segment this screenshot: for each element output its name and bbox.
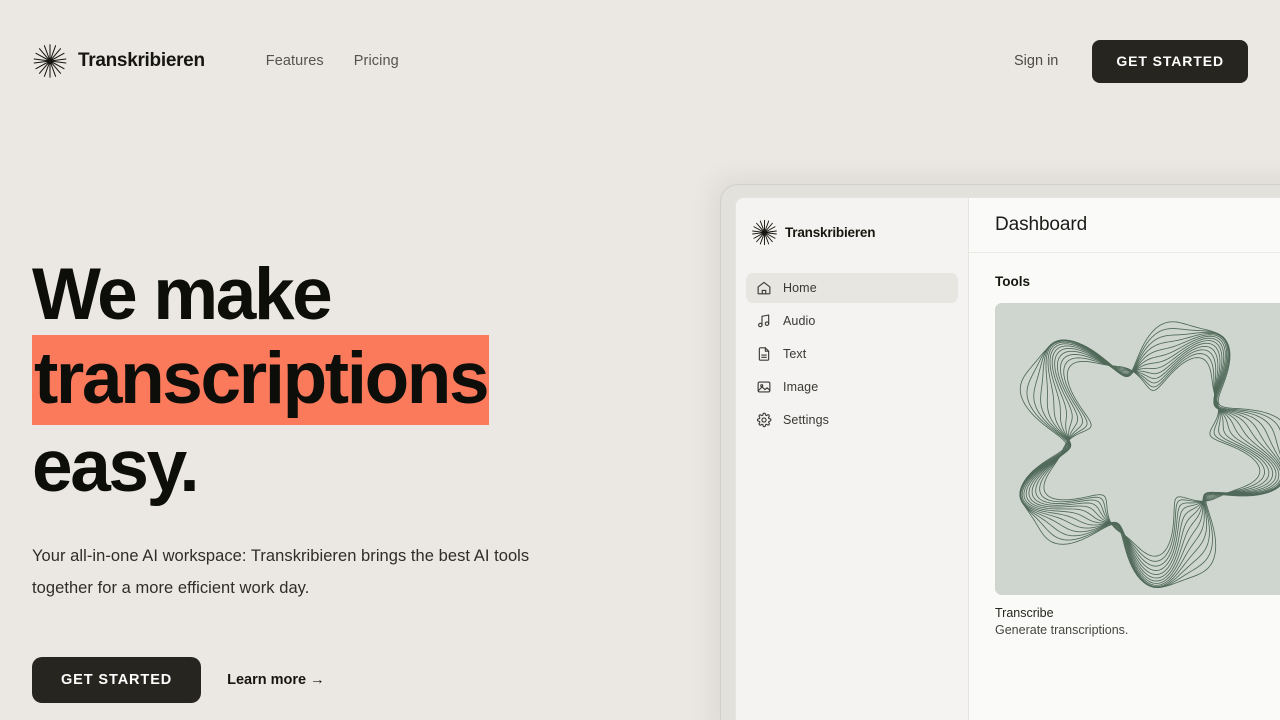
sidebar-brand-name: Transkribieren bbox=[785, 225, 876, 240]
starburst-icon bbox=[33, 44, 67, 78]
nav-links: Features Pricing bbox=[266, 53, 399, 69]
sidebar-item-label: Audio bbox=[783, 314, 816, 328]
sidebar-nav: Home Audio Text Image Settings bbox=[746, 273, 958, 435]
sidebar-item-label: Settings bbox=[783, 413, 829, 427]
home-icon bbox=[757, 281, 771, 295]
image-icon bbox=[757, 381, 771, 393]
dashboard-sidebar: Transkribieren Home Audio Text Image Set… bbox=[736, 198, 969, 720]
gear-icon bbox=[756, 412, 772, 428]
sign-in-link[interactable]: Sign in bbox=[1014, 53, 1058, 69]
document-icon bbox=[758, 347, 770, 361]
tool-card-description: Generate transcriptions. bbox=[995, 623, 1129, 637]
learn-more-link[interactable]: Learn more → bbox=[227, 672, 325, 688]
dashboard-title: Dashboard bbox=[995, 214, 1088, 235]
nav-link-pricing[interactable]: Pricing bbox=[354, 53, 399, 69]
sidebar-item-label: Image bbox=[783, 380, 819, 394]
sidebar-item-audio[interactable]: Audio bbox=[746, 306, 958, 336]
headline-line-3: easy. bbox=[32, 426, 200, 507]
hero-section: We make transcriptions easy. Your all-in… bbox=[32, 258, 692, 703]
page-title: We make transcriptions easy. bbox=[32, 258, 692, 504]
music-note-icon bbox=[758, 314, 770, 328]
landing-page: Transkribieren Features Pricing Sign in … bbox=[0, 0, 1280, 720]
sidebar-item-image[interactable]: Image bbox=[746, 372, 958, 402]
dashboard-mockup-frame: Transkribieren Home Audio Text Image Set… bbox=[720, 184, 1280, 720]
hero-subtitle: Your all-in-one AI workspace: Transkribi… bbox=[32, 547, 530, 597]
brand-name: Transkribieren bbox=[78, 50, 205, 71]
sidebar-item-label: Text bbox=[783, 347, 807, 361]
nav-actions: Sign in GET STARTED bbox=[1014, 39, 1248, 83]
tools-section-title: Tools bbox=[995, 274, 1030, 289]
sidebar-brand[interactable]: Transkribieren bbox=[746, 208, 958, 246]
headline-highlight: transcriptions bbox=[32, 335, 490, 425]
sidebar-item-settings[interactable]: Settings bbox=[746, 405, 958, 435]
hero-cta-row: GET STARTED Learn more → bbox=[32, 657, 692, 703]
sidebar-item-home[interactable]: Home bbox=[746, 273, 958, 303]
tool-card-transcribe[interactable]: Transcribe Generate transcriptions. bbox=[995, 303, 1280, 637]
tool-card-name: Transcribe bbox=[995, 606, 1054, 620]
headline-line-1: We make bbox=[32, 254, 333, 335]
generative-art-thumbnail bbox=[995, 303, 1280, 595]
hero-get-started-button[interactable]: GET STARTED bbox=[32, 657, 202, 703]
sidebar-item-text[interactable]: Text bbox=[746, 339, 958, 369]
nav-get-started-button[interactable]: GET STARTED bbox=[1092, 39, 1248, 83]
dashboard-app: Transkribieren Home Audio Text Image Set… bbox=[735, 197, 1280, 720]
dashboard-header: Dashboard bbox=[969, 198, 1280, 253]
nav-link-features[interactable]: Features bbox=[266, 53, 324, 69]
sidebar-item-label: Home bbox=[783, 281, 817, 295]
brand-logo[interactable]: Transkribieren bbox=[32, 43, 205, 79]
dashboard-body: Tools Transcribe Generate transcriptions… bbox=[969, 253, 1280, 637]
starburst-icon bbox=[752, 219, 777, 246]
top-navbar: Transkribieren Features Pricing Sign in … bbox=[0, 0, 1280, 122]
dashboard-content: Dashboard Tools Transcribe Generate tran… bbox=[969, 198, 1280, 720]
